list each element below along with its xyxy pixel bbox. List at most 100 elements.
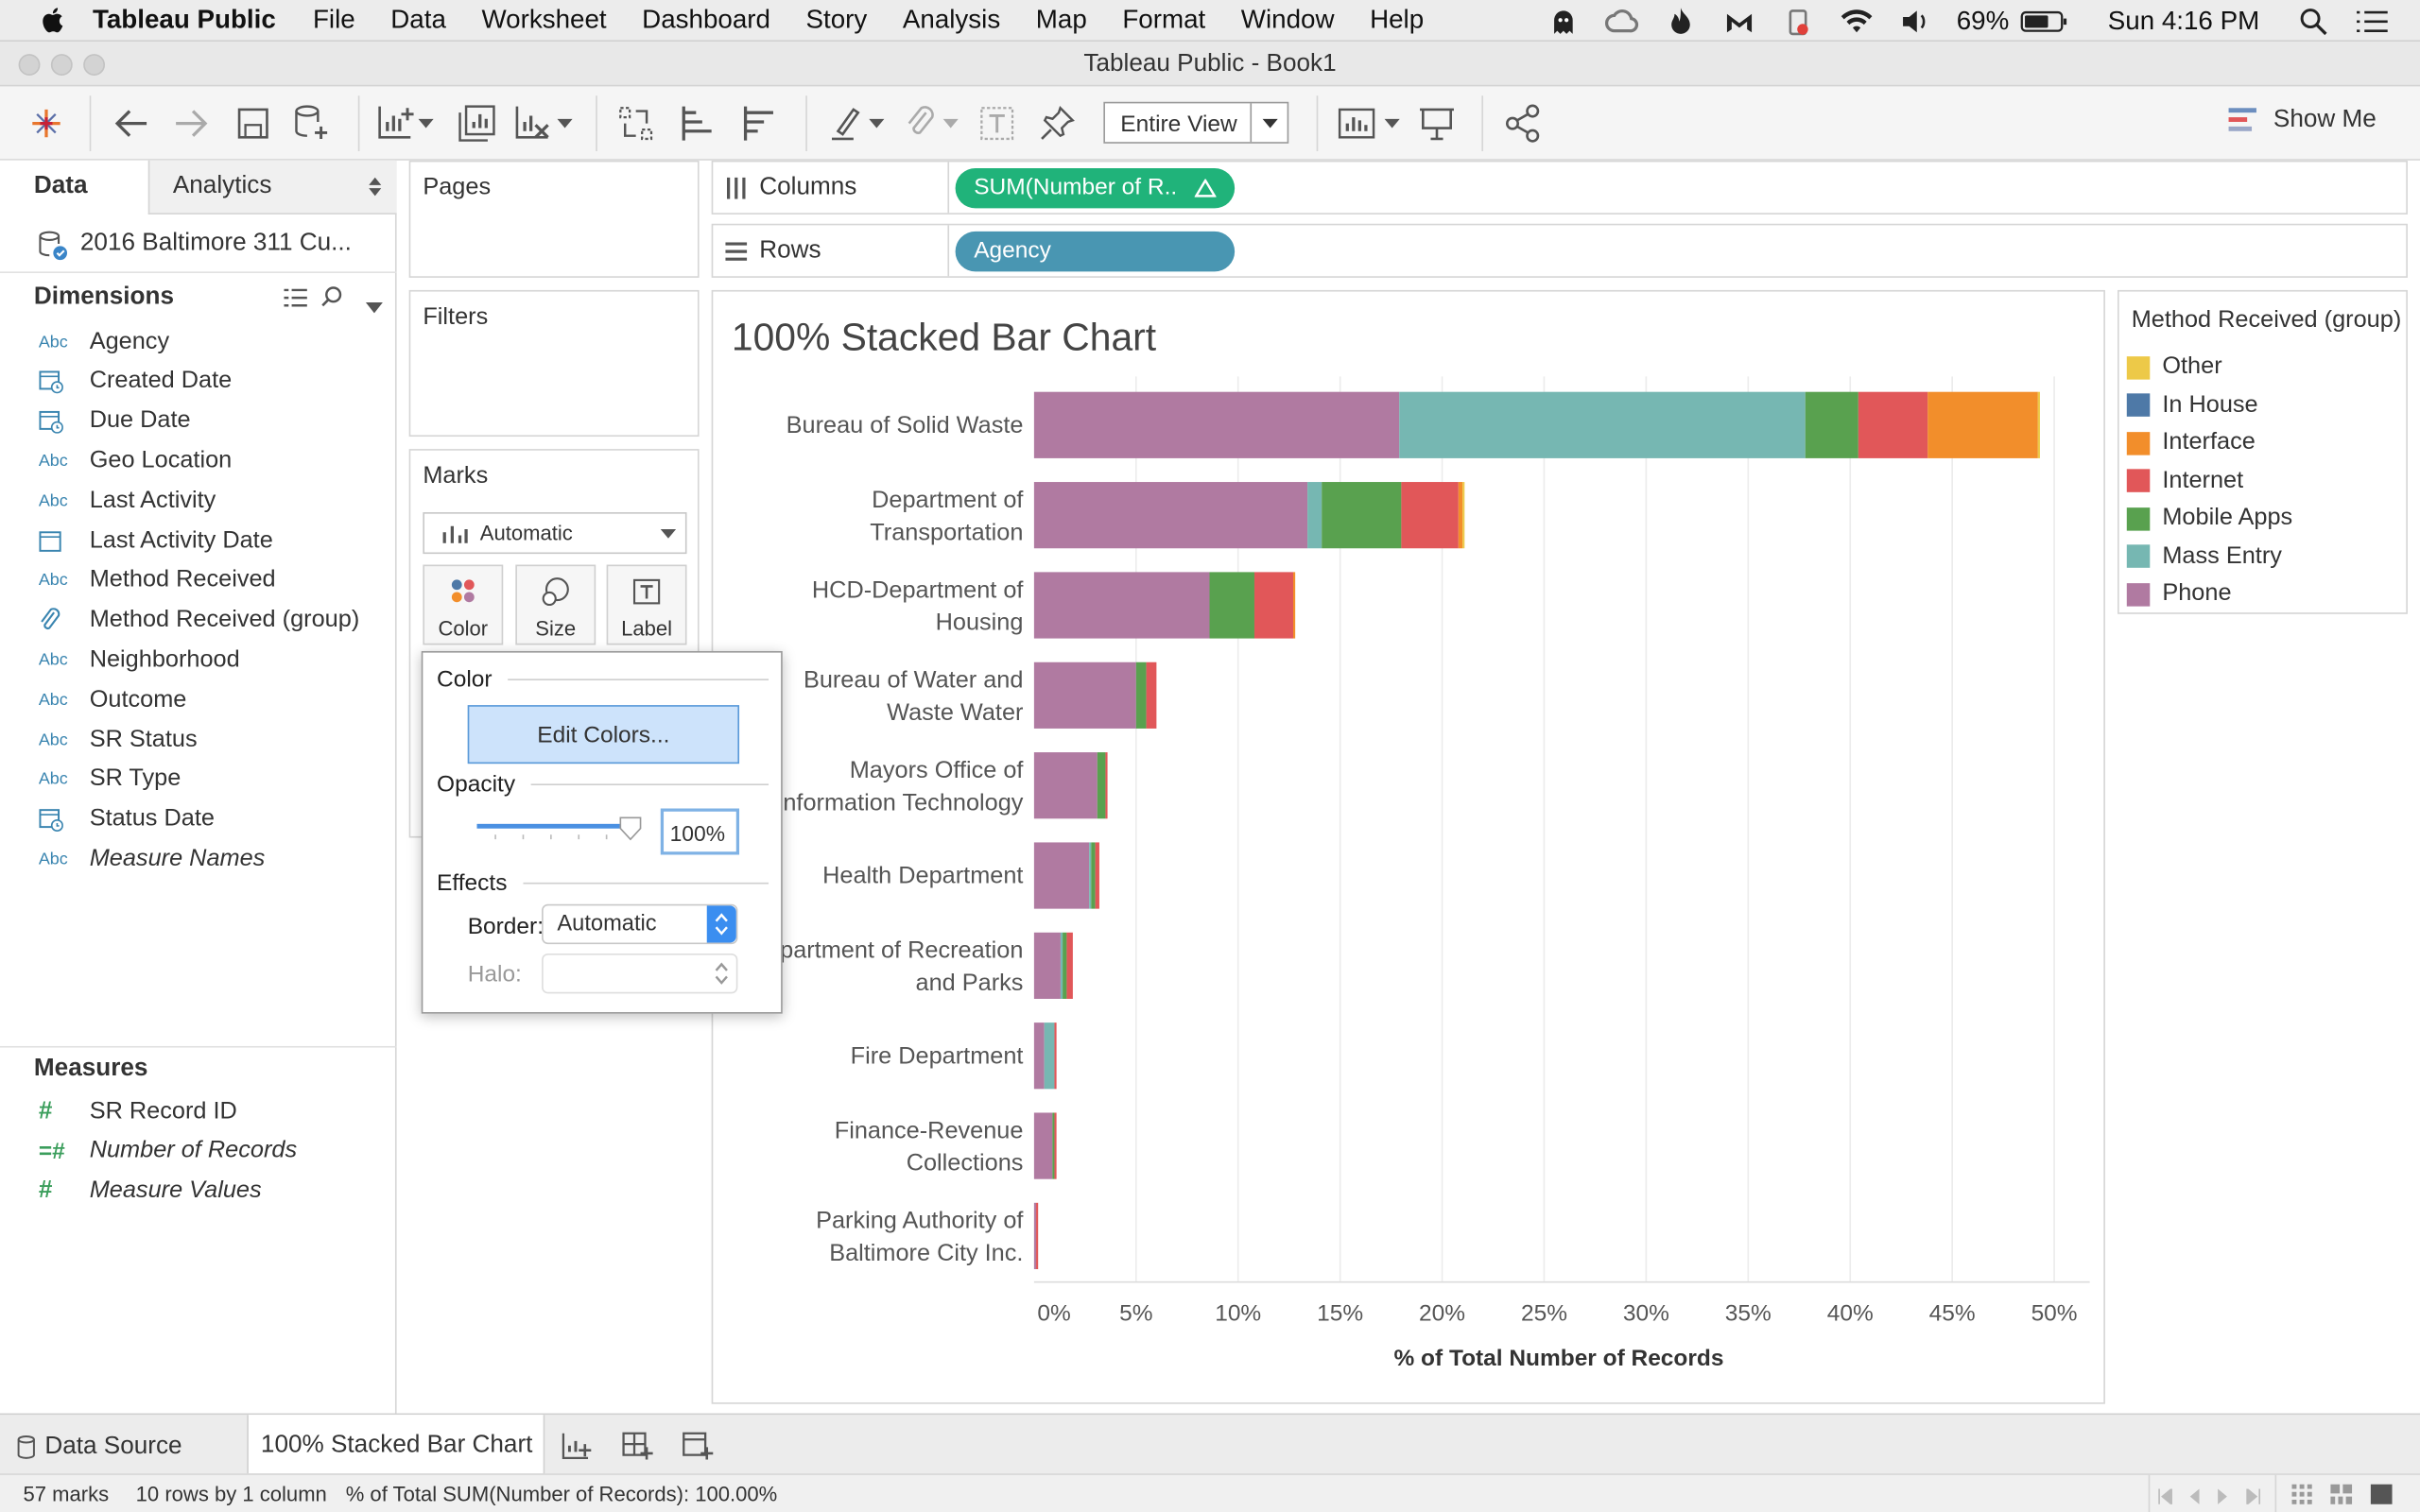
menu-analysis[interactable]: Analysis	[903, 5, 1000, 36]
bar-segment[interactable]	[1060, 932, 1063, 999]
dimension-field[interactable]: Created Date	[0, 362, 395, 401]
apple-icon[interactable]	[37, 5, 68, 36]
edit-colors-button[interactable]: Edit Colors...	[467, 705, 740, 765]
menu-map[interactable]: Map	[1036, 5, 1087, 36]
duplicate-sheet-icon[interactable]	[456, 102, 499, 146]
tab-view-icon[interactable]	[2370, 1484, 2393, 1509]
bar-segment[interactable]	[1033, 662, 1136, 729]
dimension-field[interactable]: Last Activity Date	[0, 522, 395, 560]
opacity-slider[interactable]	[476, 813, 649, 847]
tableau-logo-icon[interactable]	[25, 102, 68, 146]
opacity-input[interactable]: 100%	[660, 808, 740, 855]
marks-label-button[interactable]: Label	[606, 564, 687, 645]
save-icon[interactable]	[232, 102, 275, 146]
menu-app-name[interactable]: Tableau Public	[93, 5, 276, 36]
show-me-button[interactable]: Show Me	[2227, 107, 2377, 134]
show-mark-labels-icon[interactable]	[976, 102, 1019, 146]
bar-segment[interactable]	[1054, 1022, 1057, 1090]
marks-size-button[interactable]: Size	[515, 564, 596, 645]
chevron-down-icon[interactable]	[365, 293, 383, 319]
creative-cloud-icon[interactable]	[1604, 6, 1638, 37]
chevron-down-icon[interactable]	[939, 102, 963, 146]
menu-file[interactable]: File	[313, 5, 355, 36]
bar-segment[interactable]	[1033, 1202, 1037, 1270]
show-cards-icon[interactable]	[1337, 102, 1380, 146]
menu-dashboard[interactable]: Dashboard	[642, 5, 770, 36]
next-sheet-icon[interactable]	[2216, 1486, 2228, 1508]
bar-segment[interactable]	[1135, 662, 1147, 729]
legend-item[interactable]: Mobile Apps	[2126, 503, 2292, 534]
menu-story[interactable]: Story	[806, 5, 868, 36]
bar-segment[interactable]	[1858, 391, 1928, 458]
dimension-field[interactable]: Abc Method Received	[0, 561, 395, 600]
battery-alert-icon[interactable]	[1781, 6, 1815, 37]
chevron-down-icon[interactable]	[552, 102, 577, 146]
columns-shelf[interactable]: Columns SUM(Number of R..	[711, 160, 2408, 215]
bar-segment[interactable]	[1033, 1112, 1053, 1179]
swap-rows-columns-icon[interactable]	[614, 102, 658, 146]
data-source-item[interactable]: 2016 Baltimore 311 Cu...	[0, 215, 397, 273]
dimension-field[interactable]: Abc Neighborhood	[0, 641, 395, 679]
last-sheet-icon[interactable]	[2246, 1486, 2261, 1508]
clear-sheet-icon[interactable]	[512, 102, 556, 146]
bar-segment[interactable]	[1805, 391, 1858, 458]
bar-segment[interactable]	[1399, 391, 1806, 458]
legend-item[interactable]: Phone	[2126, 578, 2232, 610]
bar-segment[interactable]	[1044, 1022, 1055, 1090]
view-as-list-icon[interactable]	[284, 287, 307, 314]
search-icon[interactable]	[321, 285, 343, 313]
bar-segment[interactable]	[1322, 482, 1402, 549]
bar-segment[interactable]	[1401, 482, 1459, 549]
share-icon[interactable]	[1502, 102, 1546, 146]
new-worksheet-icon[interactable]	[375, 102, 419, 146]
bar-segment[interactable]	[1097, 752, 1106, 819]
bar-segment[interactable]	[1033, 842, 1090, 909]
flame-icon[interactable]	[1663, 6, 1697, 37]
dimension-field[interactable]: Abc Last Activity	[0, 482, 395, 521]
dimension-field[interactable]: Abc Agency	[0, 322, 395, 361]
menu-format[interactable]: Format	[1122, 5, 1205, 36]
columns-pill[interactable]: SUM(Number of R..	[955, 167, 1236, 209]
menu-worksheet[interactable]: Worksheet	[481, 5, 606, 36]
legend-item[interactable]: Mass Entry	[2126, 541, 2282, 572]
wifi-icon[interactable]	[1840, 6, 1874, 37]
legend-item[interactable]: Other	[2126, 352, 2222, 383]
measure-field[interactable]: # Measure Values	[0, 1172, 395, 1211]
group-members-icon[interactable]	[898, 102, 942, 146]
legend-item[interactable]: Internet	[2126, 465, 2243, 496]
new-worksheet-tab-icon[interactable]	[561, 1430, 595, 1467]
dimension-field[interactable]: Abc Measure Names	[0, 840, 395, 879]
bar-segment[interactable]	[1089, 842, 1092, 909]
bar-segment[interactable]	[1033, 482, 1308, 549]
bar-segment[interactable]	[1033, 932, 1061, 999]
chevron-down-icon[interactable]	[1380, 102, 1405, 146]
menu-window[interactable]: Window	[1241, 5, 1335, 36]
undo-icon[interactable]	[110, 102, 153, 146]
notification-center-icon[interactable]	[2355, 6, 2389, 37]
chevron-down-icon[interactable]	[414, 102, 439, 146]
filmstrip-view-icon[interactable]	[2330, 1484, 2353, 1509]
tab-data-source[interactable]: Data Source	[0, 1415, 242, 1475]
menu-data[interactable]: Data	[390, 5, 446, 36]
highlight-icon[interactable]	[824, 102, 868, 146]
bar-segment[interactable]	[1052, 1112, 1055, 1179]
new-story-tab-icon[interactable]	[681, 1430, 715, 1467]
bar-segment[interactable]	[1095, 842, 1099, 909]
bar-segment[interactable]	[1063, 932, 1067, 999]
bar-segment[interactable]	[1033, 572, 1210, 639]
marks-color-button[interactable]: Color	[423, 564, 504, 645]
bar-segment[interactable]	[1033, 391, 1400, 458]
new-data-source-icon[interactable]	[290, 102, 334, 146]
dimension-field[interactable]: Due Date	[0, 402, 395, 440]
border-dropdown[interactable]: Automatic	[542, 903, 738, 945]
grid-view-icon[interactable]	[2291, 1484, 2313, 1509]
fit-dropdown[interactable]: Entire View	[1103, 101, 1289, 144]
bar-segment[interactable]	[1927, 391, 2038, 458]
tab-data[interactable]: Data	[0, 160, 148, 215]
dimension-field[interactable]: Method Received (group)	[0, 601, 395, 640]
halo-dropdown[interactable]	[542, 953, 738, 994]
chevron-down-icon[interactable]	[1250, 103, 1287, 143]
spotlight-search-icon[interactable]	[2296, 6, 2330, 37]
malwarebytes-icon[interactable]	[1722, 6, 1756, 37]
bar-segment[interactable]	[1033, 752, 1098, 819]
